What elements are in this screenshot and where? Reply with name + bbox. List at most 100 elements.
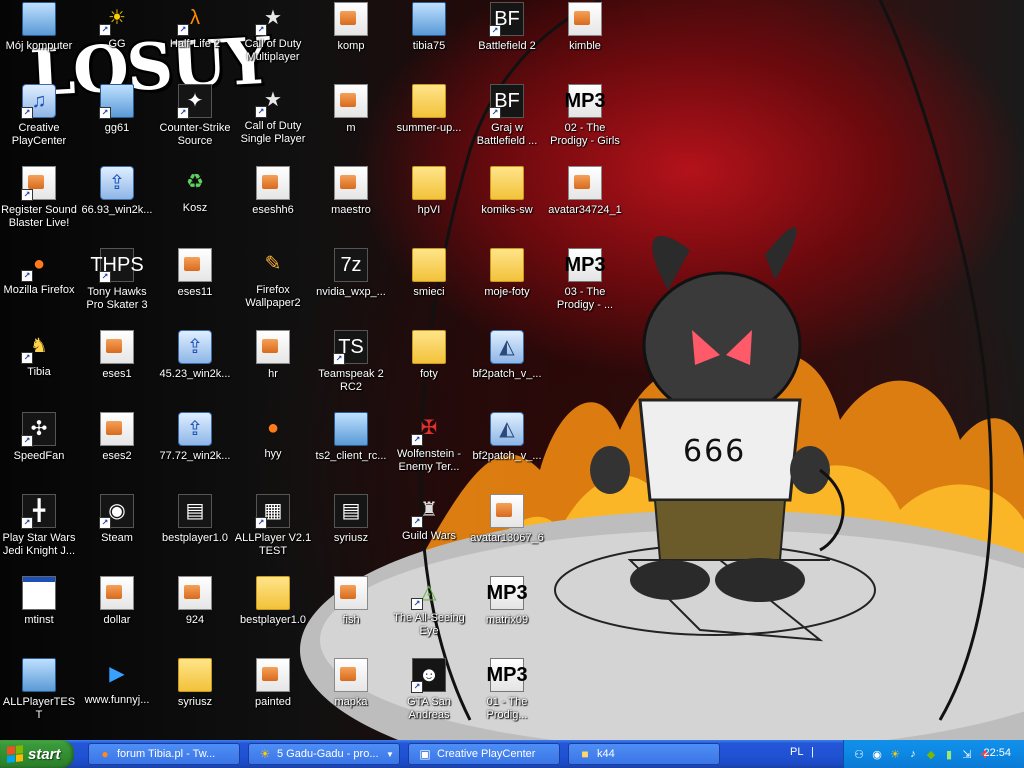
- desktop-icon[interactable]: TS ↗ Teamspeak 2 RC2: [312, 328, 390, 408]
- task-button-gadu-gadu[interactable]: ☀ 5 Gadu-Gadu - pro... ▼: [248, 743, 400, 765]
- desktop-icon[interactable]: smieci: [390, 246, 468, 326]
- steam-icon: ◉ ↗: [99, 494, 134, 529]
- desktop-icon[interactable]: avatar34724_1: [546, 164, 624, 244]
- safely-remove-icon[interactable]: ⇲: [960, 747, 974, 761]
- nvidia-icon[interactable]: ◆: [924, 747, 938, 761]
- folder-icon: [412, 248, 446, 282]
- desktop-icon[interactable]: 7z nvidia_wxp_...: [312, 246, 390, 326]
- task-button-firefox[interactable]: ● forum Tibia.pl - Tw...: [88, 743, 240, 765]
- desktop-icon[interactable]: dollar: [78, 574, 156, 654]
- desktop-icon[interactable]: fish: [312, 574, 390, 654]
- desktop-icon[interactable]: ▤ bestplayer1.0: [156, 492, 234, 572]
- desktop-icon[interactable]: MP3 03 - The Prodigy - ...: [546, 246, 624, 326]
- desktop-icon[interactable]: MP3 01 - The Prodig...: [468, 656, 546, 736]
- desktop-icon[interactable]: ⇪ 45.23_win2k...: [156, 328, 234, 408]
- desktop-icon[interactable]: ☻ ↗ GTA San Andreas: [390, 656, 468, 736]
- desktop-icon[interactable]: ♜ ↗ Guild Wars: [390, 492, 468, 572]
- desktop-icon[interactable]: mtinst: [0, 574, 78, 654]
- speaker-icon[interactable]: ♪: [906, 747, 920, 761]
- desktop-icon[interactable]: eses2: [78, 410, 156, 490]
- desktop-icon[interactable]: ◉ ↗ Steam: [78, 492, 156, 572]
- desktop-icon[interactable]: eseshh6: [234, 164, 312, 244]
- desktop-icon[interactable]: ● hyy: [234, 410, 312, 490]
- language-separator: |: [811, 746, 814, 758]
- desktop-icon-label: Mozilla Firefox: [3, 284, 75, 296]
- desktop-icon[interactable]: MP3 matrix09: [468, 574, 546, 654]
- desktop-icon-label: fish: [342, 614, 360, 626]
- language-indicator[interactable]: PL: [790, 746, 803, 758]
- desktop-icon[interactable]: λ ↗ Half-Life 2: [156, 0, 234, 80]
- desktop-icon[interactable]: tibia75: [390, 0, 468, 80]
- clock[interactable]: 22:54: [983, 747, 1011, 759]
- desktop-icon[interactable]: Mój komputer: [0, 0, 78, 80]
- desktop-icon[interactable]: ● ↗ Mozilla Firefox: [0, 246, 78, 326]
- desktop-icon[interactable]: hpVI: [390, 164, 468, 244]
- task-button-folder-k44[interactable]: ■ k44: [568, 743, 720, 765]
- desktop-icon[interactable]: ╋ ↗ Play Star Wars Jedi Knight J...: [0, 492, 78, 572]
- desktop-icon-label: eses2: [102, 450, 132, 462]
- gadu-gadu-sun-icon[interactable]: ☀: [888, 747, 902, 761]
- desktop-icon-label: avatar34724_1: [548, 204, 622, 216]
- desktop-icon[interactable]: ✣ ↗ SpeedFan: [0, 410, 78, 490]
- desktop-icon[interactable]: ♻ Kosz: [156, 164, 234, 244]
- desktop-icon[interactable]: BF ↗ Graj w Battlefield ...: [468, 82, 546, 162]
- desktop-icon[interactable]: eses11: [156, 246, 234, 326]
- desktop-icon[interactable]: foty: [390, 328, 468, 408]
- start-button[interactable]: start: [0, 740, 74, 768]
- desktop-icon[interactable]: ALLPlayerTEST: [0, 656, 78, 736]
- folder-icon: [490, 166, 524, 200]
- desktop-icon[interactable]: bestplayer1.0: [234, 574, 312, 654]
- desktop-icon[interactable]: ✠ ↗ Wolfenstein - Enemy Ter...: [390, 410, 468, 490]
- desktop-icon[interactable]: ♞ ↗ Tibia: [0, 328, 78, 408]
- desktop-icon[interactable]: ✎ Firefox Wallpaper2: [234, 246, 312, 326]
- mp3-icon: MP3: [564, 248, 606, 282]
- desktop-icon[interactable]: ◭ bf2patch_v_...: [468, 328, 546, 408]
- desktop-icon-label: 03 - The Prodigy - ...: [556, 286, 614, 311]
- desktop-icon[interactable]: ◭ bf2patch_v_...: [468, 410, 546, 490]
- desktop-icon[interactable]: 924: [156, 574, 234, 654]
- desktop-icon[interactable]: ☀ ↗ GG: [78, 0, 156, 80]
- desktop-icon[interactable]: ◬ ↗ The All-Seeing Eye: [390, 574, 468, 654]
- folder-icon: [178, 658, 212, 692]
- desktop-icon[interactable]: eses1: [78, 328, 156, 408]
- desktop-icon-label: 01 - The Prodig...: [486, 696, 528, 721]
- desktop-icon-label: Guild Wars: [402, 530, 456, 542]
- desktop-icon[interactable]: ▤ syriusz: [312, 492, 390, 572]
- desktop-icon[interactable]: ⇪ 66.93_win2k...: [78, 164, 156, 244]
- desktop-icon[interactable]: hr: [234, 328, 312, 408]
- desktop-icon[interactable]: m: [312, 82, 390, 162]
- desktop-icon[interactable]: komiks-sw: [468, 164, 546, 244]
- desktop-icon[interactable]: ▶ www.funnyj...: [78, 656, 156, 736]
- desktop-icon[interactable]: THPS ↗ Tony Hawks Pro Skater 3: [78, 246, 156, 326]
- desktop-icon[interactable]: ↗ gg61: [78, 82, 156, 162]
- shortcut-arrow-icon: ↗: [21, 189, 33, 201]
- desktop-icon-label: Kosz: [182, 202, 208, 214]
- steam-icon[interactable]: ◉: [870, 747, 884, 761]
- shortcut-arrow-icon: ↗: [21, 107, 33, 119]
- desktop-icon[interactable]: ⇪ 77.72_win2k...: [156, 410, 234, 490]
- desktop-icon[interactable]: painted: [234, 656, 312, 736]
- desktop-icon[interactable]: ts2_client_rc...: [312, 410, 390, 490]
- media-player-icon: ▶: [109, 663, 125, 685]
- desktop-icon[interactable]: mapka: [312, 656, 390, 736]
- shortcut-arrow-icon: ↗: [21, 270, 33, 282]
- desktop-icon[interactable]: ♫ ↗ Creative PlayCenter: [0, 82, 78, 162]
- desktop-icon[interactable]: syriusz: [156, 656, 234, 736]
- battery-icon[interactable]: ▮: [942, 747, 956, 761]
- task-button-creative-playcenter[interactable]: ▣ Creative PlayCenter: [408, 743, 560, 765]
- desktop-icon[interactable]: maestro: [312, 164, 390, 244]
- desktop-icon[interactable]: avatar13067_6: [468, 492, 546, 572]
- desktop-icon[interactable]: BF ↗ Battlefield 2: [468, 0, 546, 80]
- desktop-icon[interactable]: moje-foty: [468, 246, 546, 326]
- shortcut-arrow-icon: ↗: [99, 271, 111, 283]
- desktop-icon[interactable]: ★ ↗ Call of Duty Single Player: [234, 82, 312, 162]
- desktop-icon[interactable]: kimble: [546, 0, 624, 80]
- desktop-icon[interactable]: ↗ Register Sound Blaster Live!: [0, 164, 78, 244]
- desktop-icon[interactable]: komp: [312, 0, 390, 80]
- desktop-icon[interactable]: MP3 02 - The Prodigy - Girls: [546, 82, 624, 162]
- network-icon[interactable]: ⚇: [852, 747, 866, 761]
- desktop-icon[interactable]: ★ ↗ Call of Duty Multiplayer: [234, 0, 312, 80]
- desktop-icon[interactable]: ✦ ↗ Counter-Strike Source: [156, 82, 234, 162]
- desktop-icon[interactable]: ▦ ↗ ALLPlayer V2.1 TEST: [234, 492, 312, 572]
- desktop-icon[interactable]: summer-up...: [390, 82, 468, 162]
